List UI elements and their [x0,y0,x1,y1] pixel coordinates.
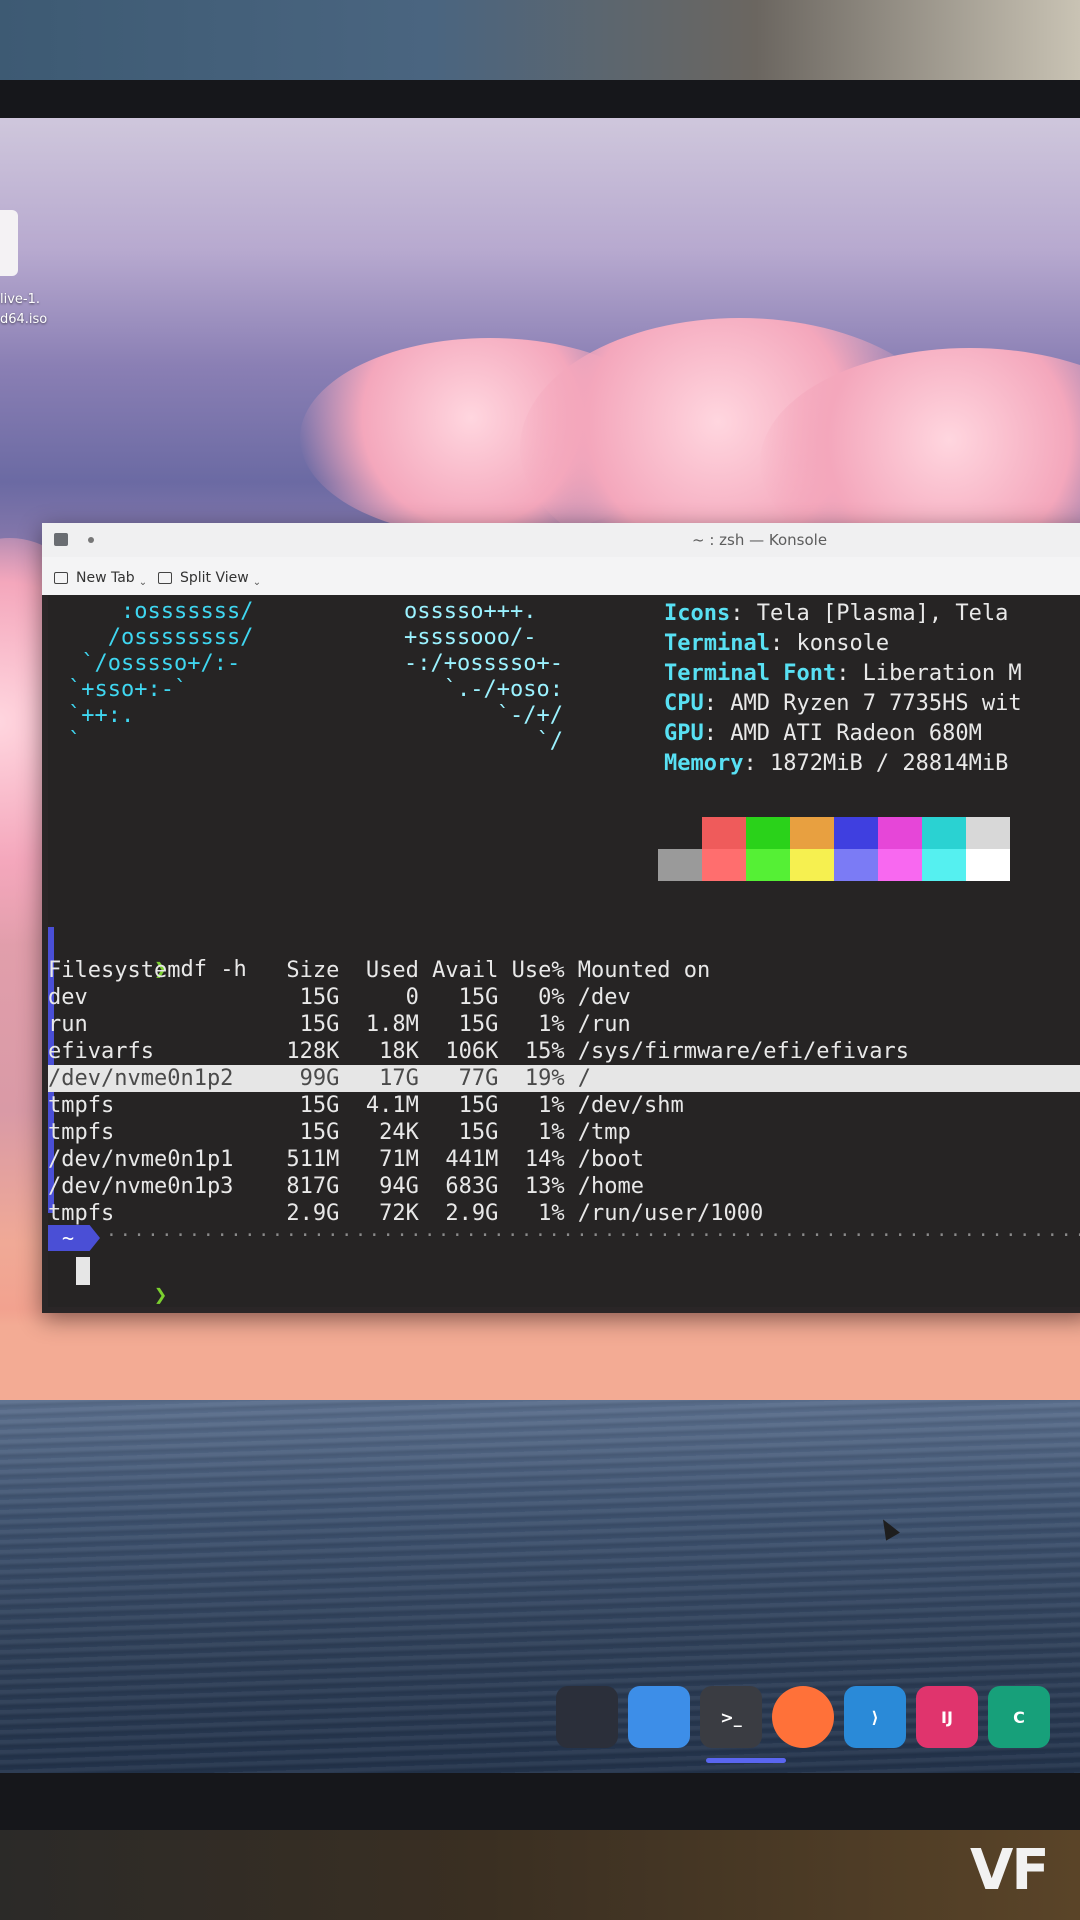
info-key: Memory [664,751,744,776]
info-key: CPU [664,691,704,716]
info-value: : Liberation M [836,661,1022,686]
dock-clion-icon[interactable]: C [988,1686,1050,1748]
palette-swatch [702,817,746,849]
dock-panel: >_ ⟩ IJ C [556,1678,1080,1768]
new-tab-icon [54,572,68,584]
konsole-window: ~ : zsh — Konsole New Tab ⌄ Split View ⌄… [42,523,1080,1313]
ascii-line: `+sso+:-` [68,677,188,702]
desk-surface [0,1830,1080,1920]
dock-vscode-icon[interactable]: ⟩ [844,1686,906,1748]
df-header: Filesystem Size Used Avail Use% Mounted … [48,958,711,983]
df-row: /dev/nvme0n1p1 511M 71M 441M 14% /boot [48,1147,645,1172]
ascii-line: :osssssss/ [68,599,254,624]
info-value: : AMD ATI Radeon 680M [703,721,982,746]
desktop-screen: live-1. d64.iso ~ : zsh — Konsole New Ta… [0,118,1080,1773]
konsole-app-icon[interactable] [54,533,68,546]
new-tab-label: New Tab [76,570,135,586]
palette-swatch [702,849,746,881]
chevron-down-icon[interactable]: ⌄ [139,577,147,588]
info-line: Icons: Tela [Plasma], Tela [664,599,1008,629]
split-view-icon [158,572,172,584]
df-row: /dev/nvme0n1p3 817G 94G 683G 13% /home [48,1174,645,1199]
iso-file-label[interactable]: live-1. d64.iso [0,290,60,330]
df-row: tmpfs 15G 4.1M 15G 1% /dev/shm [48,1093,684,1118]
konsole-toolbar: New Tab ⌄ Split View ⌄ [42,557,1080,595]
palette-swatch [658,849,702,881]
df-row: tmpfs 2.9G 72K 2.9G 1% /run/user/1000 [48,1201,764,1226]
palette-swatch [746,817,790,849]
palette-swatch [922,849,966,881]
title-bar[interactable]: ~ : zsh — Konsole [42,523,1080,558]
window-title: ~ : zsh — Konsole [692,531,828,549]
chevron-down-icon[interactable]: ⌄ [253,577,261,588]
info-value: : AMD Ryzen 7 7735HS wit [703,691,1022,716]
iso-file-icon[interactable] [0,210,18,276]
dock-intellij-icon[interactable]: IJ [916,1686,978,1748]
color-palette-top [658,817,1010,849]
ascii-line: -:/+osssso+- [404,651,563,676]
ascii-line: `/osssso+/:- [68,651,241,676]
monitor-brand-logo: VF [970,1838,1050,1903]
palette-swatch [966,817,1010,849]
ascii-line: ` [68,729,82,754]
info-key: Terminal Font [664,661,837,686]
df-row: dev 15G 0 15G 0% /dev [48,985,631,1010]
dock-file-manager-icon[interactable] [628,1686,690,1748]
prompt-segment: ~ [48,1225,100,1251]
dock-terminal-icon[interactable]: >_ [700,1686,762,1748]
info-line: Terminal Font: Liberation M [664,659,1022,689]
info-key: GPU [664,721,704,746]
ascii-line: `-/+/ [404,703,563,728]
df-row-selected: /dev/nvme0n1p2 99G 17G 77G 19% / [48,1065,1080,1092]
prompt-arrow: ❯ [153,1283,168,1307]
ascii-line: osssso+++. [404,599,537,624]
pin-icon[interactable] [88,537,94,543]
info-value: : konsole [769,631,890,656]
df-row: tmpfs 15G 24K 15G 1% /tmp [48,1120,631,1145]
palette-swatch [658,817,702,849]
dock-firefox-icon[interactable] [772,1686,834,1748]
split-view-label: Split View [180,570,249,586]
palette-swatch [790,817,834,849]
info-line: Memory: 1872MiB / 28814MiB [664,749,1008,779]
info-value: : 1872MiB / 28814MiB [743,751,1009,776]
info-line: Terminal: konsole [664,629,889,659]
palette-swatch [790,849,834,881]
palette-swatch [834,849,878,881]
info-value: : Tela [Plasma], Tela [730,601,1009,626]
info-line: CPU: AMD Ryzen 7 7735HS wit [664,689,1022,719]
palette-swatch [922,817,966,849]
ascii-line: `++:. [68,703,135,728]
ascii-line: `/ [404,729,563,754]
palette-swatch [878,849,922,881]
color-palette-bottom [658,849,1010,881]
palette-swatch [834,817,878,849]
prompt-fill-rule: ········································… [106,1225,1080,1246]
dock-window-switcher-icon[interactable] [556,1686,618,1748]
df-row: efivarfs 128K 18K 106K 15% /sys/firmware… [48,1039,909,1064]
info-key: Terminal [664,631,770,656]
split-view-button[interactable]: Split View ⌄ [158,567,261,589]
ascii-line: +ssssooo/- [404,625,537,650]
new-tab-button[interactable]: New Tab ⌄ [54,567,147,589]
text-cursor [76,1257,90,1285]
active-app-indicator [706,1758,786,1763]
palette-swatch [966,849,1010,881]
palette-swatch [746,849,790,881]
info-line: GPU: AMD ATI Radeon 680M [664,719,982,749]
info-key: Icons [664,601,731,626]
ascii-line: /ossssssss/ [68,625,254,650]
terminal-area[interactable]: :osssssss/ /ossssssss/ `/osssso+/:- `+sso… [48,595,1080,1307]
prompt-line: ❯ [48,1255,167,1307]
palette-swatch [878,817,922,849]
ascii-line: `.-/+oso: [404,677,563,702]
df-row: run 15G 1.8M 15G 1% /run [48,1012,631,1037]
